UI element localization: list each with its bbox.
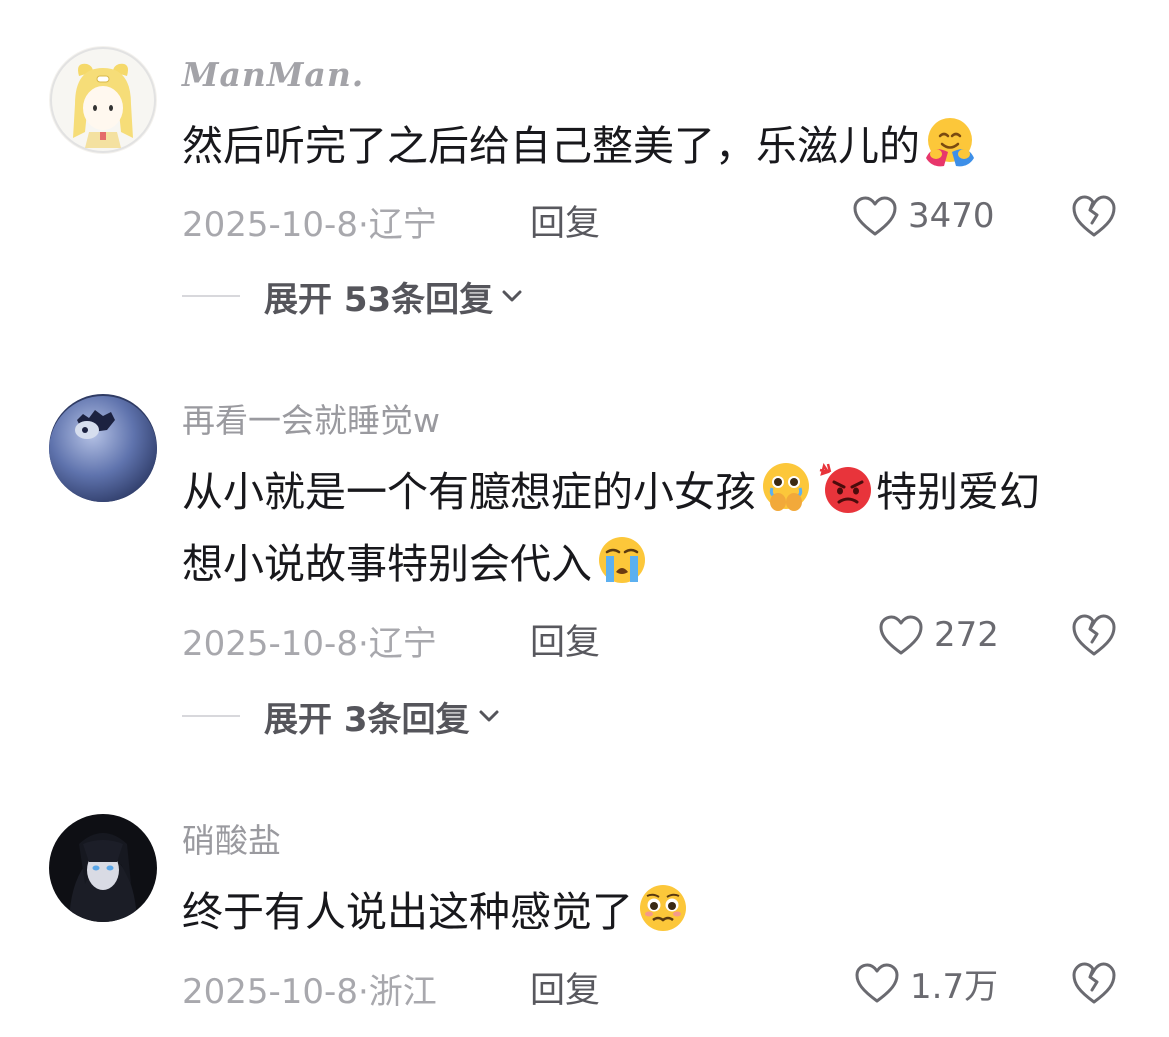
chevron-down-icon (502, 290, 522, 302)
comment-text-body: 从小就是一个有臆想症的小女孩 (182, 468, 756, 516)
like-count: 272 (934, 615, 999, 655)
broken-heart-icon[interactable] (1070, 193, 1118, 239)
chevron-down-icon (479, 710, 498, 722)
comment-text: 终于有人说出这种感觉了 (182, 876, 1122, 948)
comment-text-body: 特别爱幻 (876, 468, 1040, 516)
expand-replies-label: 展开 53条回复 (264, 279, 494, 320)
angry-face-emoji-icon (818, 460, 874, 516)
username[interactable]: 再看一会就睡觉w (182, 404, 440, 437)
comment-meta: 2025-10-8·辽宁 回复 3470 (182, 191, 1142, 245)
comment-text: 然后听完了之后给自己整美了，乐滋儿的 (182, 110, 1122, 182)
like-button[interactable]: 272 (878, 610, 999, 660)
divider (182, 295, 240, 297)
hugging-face-emoji-icon (922, 114, 978, 170)
broken-heart-icon[interactable] (1070, 612, 1118, 658)
avatar[interactable] (49, 394, 157, 502)
comment-meta: 2025-10-8·浙江 回复 1.7万 (182, 958, 1142, 1012)
date-location: 2025-10-8·辽宁 (182, 624, 437, 664)
avatar[interactable] (49, 46, 157, 154)
like-count: 1.7万 (910, 966, 999, 1007)
comment-text: 从小就是一个有臆想症的小女孩 特别爱幻 想小说故事特别会代入 (182, 456, 1122, 600)
like-button[interactable]: 1.7万 (854, 958, 998, 1008)
loudly-crying-emoji-icon (594, 532, 650, 588)
reply-button[interactable]: 回复 (530, 614, 600, 665)
comment-text-body: 终于有人说出这种感觉了 (182, 888, 633, 936)
heart-icon (853, 196, 897, 236)
username[interactable]: ManMan. (182, 58, 364, 91)
like-count: 3470 (908, 196, 995, 236)
comment-text-line: 从小就是一个有臆想症的小女孩 特别爱幻 (182, 456, 1122, 528)
comment-text-body: 想小说故事特别会代入 (182, 540, 592, 588)
date-location: 2025-10-8·辽宁 (182, 205, 437, 245)
pleading-face-emoji-icon (635, 880, 691, 936)
broken-heart-icon[interactable] (1070, 960, 1118, 1006)
heart-icon (879, 615, 923, 655)
reply-button[interactable]: 回复 (530, 962, 600, 1013)
date-location: 2025-10-8·浙江 (182, 972, 437, 1012)
expand-replies-label: 展开 3条回复 (264, 699, 470, 740)
username[interactable]: 硝酸盐 (182, 824, 281, 857)
reply-button[interactable]: 回复 (530, 195, 600, 246)
holding-back-tears-emoji-icon (758, 460, 814, 516)
avatar[interactable] (49, 814, 157, 922)
heart-icon (855, 963, 899, 1003)
comment-text-line: 想小说故事特别会代入 (182, 528, 1122, 600)
expand-replies-button[interactable]: 展开 3条回复 (182, 694, 500, 740)
like-button[interactable]: 3470 (852, 191, 995, 241)
comment-meta: 2025-10-8·辽宁 回复 272 (182, 610, 1142, 664)
expand-replies-button[interactable]: 展开 53条回复 (182, 274, 523, 320)
comment-text-body: 然后听完了之后给自己整美了，乐滋儿的 (182, 122, 920, 170)
divider (182, 715, 240, 717)
